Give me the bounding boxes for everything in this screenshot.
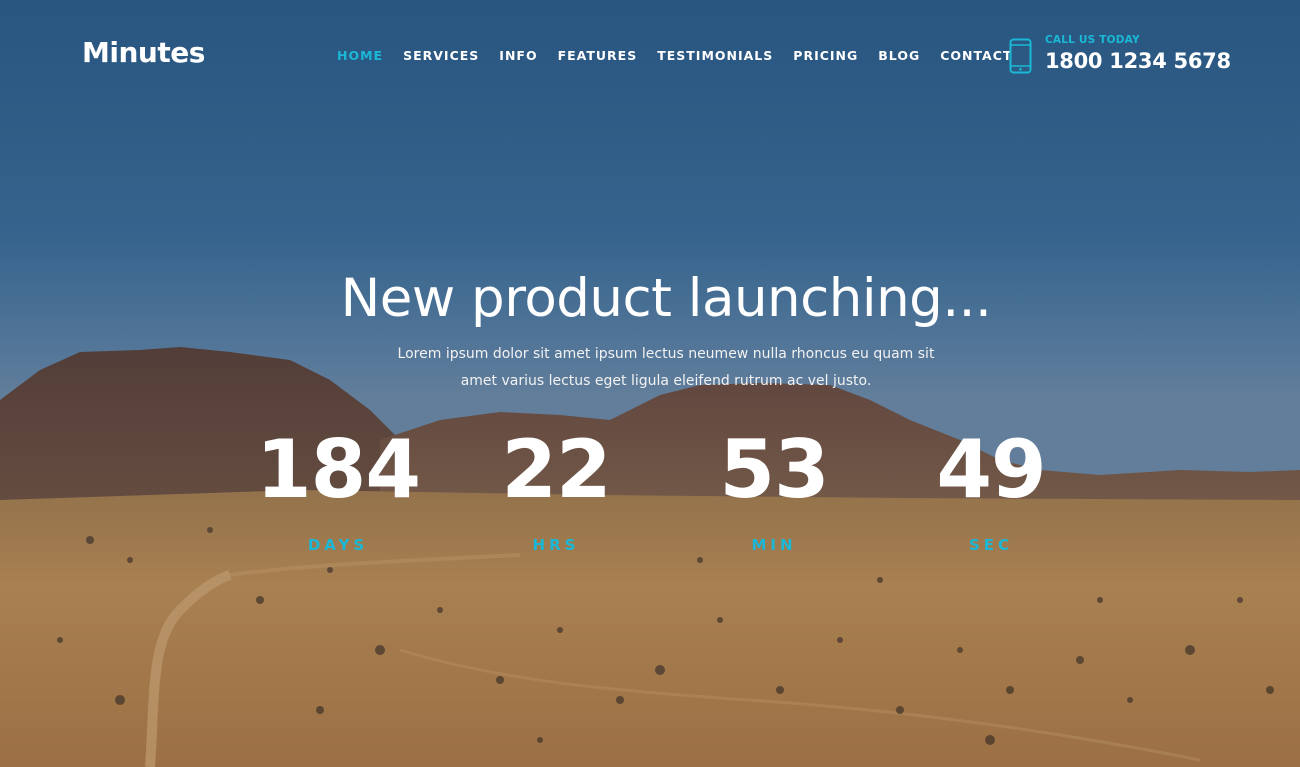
countdown-seconds-value: 49 [936,423,1046,516]
hero-headline: New product launching... [340,268,992,329]
countdown-days-value: 184 [256,423,421,516]
nav-item-contact[interactable]: CONTACT [940,48,1012,63]
nav-item-home[interactable]: HOME [337,48,383,63]
phone-number-link[interactable]: 1800 1234 5678 [1045,49,1231,73]
main-nav: HOME SERVICES INFO FEATURES TESTIMONIALS… [337,48,1032,63]
nav-item-blog[interactable]: BLOG [878,48,920,63]
countdown-seconds: 49 SEC [871,420,1111,554]
countdown-days: 184 DAYS [218,420,458,554]
countdown-hours-value: 22 [501,423,611,516]
nav-item-info[interactable]: INFO [499,48,537,63]
countdown-hours: 22 HRS [436,420,676,554]
countdown-minutes-label: MIN [751,536,797,554]
call-us-label: CALL US TODAY [1045,34,1140,46]
countdown-days-label: DAYS [307,536,369,554]
nav-item-testimonials[interactable]: TESTIMONIALS [657,48,773,63]
nav-item-features[interactable]: FEATURES [558,48,638,63]
brand-logo[interactable]: Minutes [82,36,205,69]
hero-section: Minutes HOME SERVICES INFO FEATURES TEST… [0,0,1300,767]
nav-item-pricing[interactable]: PRICING [793,48,858,63]
hero-subtext: Lorem ipsum dolor sit amet ipsum lectus … [397,346,935,389]
site-header: Minutes HOME SERVICES INFO FEATURES TEST… [0,0,1300,110]
smartphone-icon [1009,38,1032,74]
countdown-hours-label: HRS [532,536,580,554]
countdown-minutes: 53 MIN [654,420,894,554]
countdown-timer: 184 DAYS 22 HRS 53 MIN 49 SEC [0,420,1300,570]
countdown-minutes-value: 53 [719,423,829,516]
nav-item-services[interactable]: SERVICES [403,48,479,63]
countdown-seconds-label: SEC [968,536,1014,554]
